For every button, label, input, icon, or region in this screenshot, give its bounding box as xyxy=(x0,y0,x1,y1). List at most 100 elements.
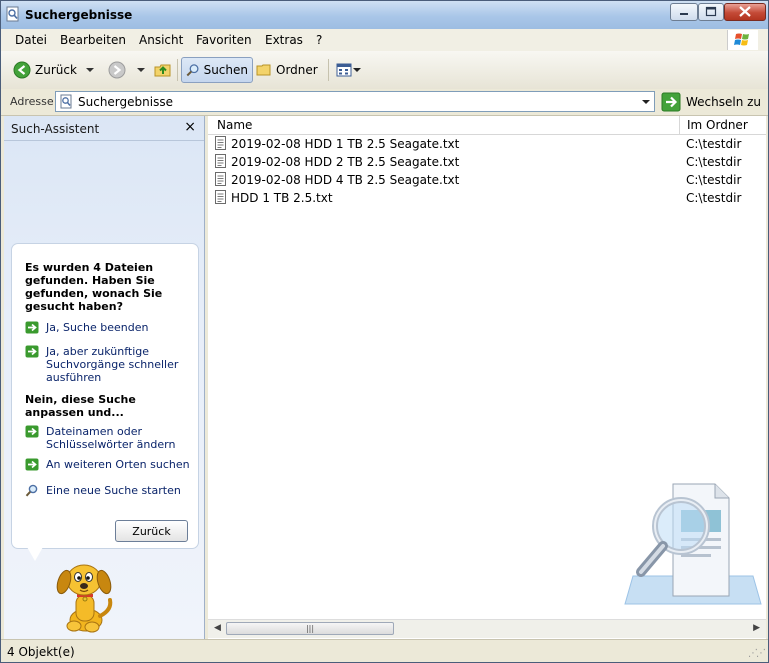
search-assistant-panel: Such-Assistent × Es wurden 4 Dateien gef… xyxy=(4,116,205,639)
menu-bearbeiten[interactable]: Bearbeiten xyxy=(60,33,126,47)
toolbar: Zurück Suchen Ordner xyxy=(1,51,768,90)
back-dropdown[interactable] xyxy=(85,57,95,83)
status-text: 4 Objekt(e) xyxy=(7,645,75,659)
close-icon[interactable]: × xyxy=(184,119,196,135)
go-button[interactable]: Wechseln zu xyxy=(661,91,761,112)
back-label: Zurück xyxy=(35,63,77,77)
address-bar: Adresse Suchergebnisse Wechseln zu xyxy=(1,89,768,116)
folder-up-icon xyxy=(154,64,171,77)
scroll-left-icon[interactable]: ◀ xyxy=(214,623,221,633)
back-arrow-icon xyxy=(13,61,31,79)
file-folder: C:\testdir xyxy=(686,191,742,205)
maximize-button[interactable] xyxy=(698,3,724,21)
green-arrow-icon xyxy=(25,345,39,358)
chevron-down-icon[interactable] xyxy=(640,94,652,109)
panel-title: Such-Assistent xyxy=(11,122,100,136)
column-divider[interactable] xyxy=(679,116,680,134)
folders-button[interactable]: Ordner xyxy=(256,57,318,83)
forward-button[interactable] xyxy=(108,57,126,83)
forward-dropdown[interactable] xyxy=(136,57,146,83)
file-name: 2019-02-08 HDD 2 TB 2.5 Seagate.txt xyxy=(231,155,460,169)
search-label: Suchen xyxy=(203,63,248,77)
assistant-back-button[interactable]: Zurück xyxy=(115,520,188,542)
assistant-bubble: Es wurden 4 Dateien gefunden. Haben Sie … xyxy=(11,243,199,549)
link-faster-search[interactable]: Ja, aber zukünftige Suchvorgänge schnell… xyxy=(25,345,194,384)
back-button[interactable]: Zurück xyxy=(13,57,77,83)
views-button[interactable] xyxy=(336,57,362,83)
menu-extras[interactable]: Extras xyxy=(265,33,303,47)
link-new-search-label: Eine neue Suche starten xyxy=(46,484,181,497)
column-header-row: Name Im Ordner xyxy=(208,116,766,135)
chevron-down-icon xyxy=(137,68,145,72)
forward-arrow-icon xyxy=(108,61,126,79)
resize-grip-icon[interactable]: ⋰⋰ xyxy=(748,648,766,659)
toolbar-separator xyxy=(177,59,178,81)
status-bar: 4 Objekt(e) ⋰⋰ xyxy=(1,639,768,662)
chevron-down-icon xyxy=(86,68,94,72)
view-grid-icon xyxy=(336,63,352,77)
text-file-icon xyxy=(215,190,226,204)
close-icon xyxy=(739,6,751,17)
text-file-icon xyxy=(215,136,226,150)
table-row[interactable]: HDD 1 TB 2.5.txt C:\testdir xyxy=(208,189,766,207)
green-arrow-icon xyxy=(25,425,39,438)
link-more-places-label: An weiteren Orten suchen xyxy=(46,458,190,471)
file-folder: C:\testdir xyxy=(686,137,742,151)
go-label: Wechseln zu xyxy=(686,94,762,109)
minimize-icon xyxy=(680,13,688,15)
windows-flag-icon xyxy=(734,33,749,46)
column-header-name[interactable]: Name xyxy=(217,118,252,132)
search-watermark-icon xyxy=(624,483,762,605)
text-file-icon xyxy=(215,154,226,168)
green-arrow-icon xyxy=(25,458,39,471)
close-button[interactable] xyxy=(724,3,766,21)
maximize-icon xyxy=(705,6,717,17)
horizontal-scrollbar[interactable]: ◀ ||| ▶ xyxy=(208,619,766,638)
file-name: 2019-02-08 HDD 1 TB 2.5 Seagate.txt xyxy=(231,137,460,151)
up-folder-button[interactable] xyxy=(154,57,172,83)
search-results-icon xyxy=(6,6,19,22)
panel-header: Such-Assistent × xyxy=(4,116,204,141)
address-input[interactable]: Suchergebnisse xyxy=(55,91,655,112)
link-finish-search[interactable]: Ja, Suche beenden xyxy=(25,321,194,334)
text-file-icon xyxy=(215,172,226,186)
search-dog-icon xyxy=(56,564,113,633)
table-row[interactable]: 2019-02-08 HDD 2 TB 2.5 Seagate.txt C:\t… xyxy=(208,153,766,171)
menu-help[interactable]: ? xyxy=(316,33,322,47)
address-value: Suchergebnisse xyxy=(78,95,173,109)
scrollbar-thumb[interactable]: ||| xyxy=(226,622,394,635)
scroll-right-icon[interactable]: ▶ xyxy=(753,623,760,633)
bubble-tail xyxy=(27,547,43,561)
search-button[interactable]: Suchen xyxy=(181,57,253,83)
address-label: Adresse xyxy=(10,95,54,108)
minimize-button[interactable] xyxy=(670,3,698,21)
table-row[interactable]: 2019-02-08 HDD 1 TB 2.5 Seagate.txt C:\t… xyxy=(208,135,766,153)
folders-label: Ordner xyxy=(276,63,318,77)
link-change-names-label: Dateinamen oder Schlüsselwörter ändern xyxy=(46,425,176,451)
go-arrow-icon xyxy=(661,92,681,111)
menu-bar: Datei Bearbeiten Ansicht Favoriten Extra… xyxy=(1,29,768,52)
title-bar[interactable]: Suchergebnisse xyxy=(1,1,768,29)
link-more-places[interactable]: An weiteren Orten suchen xyxy=(25,458,194,471)
column-header-folder[interactable]: Im Ordner xyxy=(687,118,748,132)
link-change-names[interactable]: Dateinamen oder Schlüsselwörter ändern xyxy=(25,425,194,451)
link-new-search[interactable]: Eine neue Suche starten xyxy=(25,484,194,497)
chevron-down-icon xyxy=(353,68,361,72)
menu-favoriten[interactable]: Favoriten xyxy=(196,33,252,47)
file-name: HDD 1 TB 2.5.txt xyxy=(231,191,333,205)
magnifier-icon xyxy=(25,484,38,497)
window-title: Suchergebnisse xyxy=(25,8,133,22)
results-heading: Es wurden 4 Dateien gefunden. Haben Sie … xyxy=(25,261,163,313)
menu-ansicht[interactable]: Ansicht xyxy=(139,33,183,47)
menu-datei[interactable]: Datei xyxy=(15,33,47,47)
explorer-window: Suchergebnisse Datei Bearbeiten Ansicht … xyxy=(0,0,769,663)
magnifier-icon xyxy=(186,64,199,77)
file-folder: C:\testdir xyxy=(686,155,742,169)
search-results-icon xyxy=(60,94,72,109)
file-list-pane: Name Im Ordner 2019-02-08 HDD 1 TB 2.5 S… xyxy=(208,116,766,639)
file-folder: C:\testdir xyxy=(686,173,742,187)
folder-icon xyxy=(256,64,271,76)
windows-logo xyxy=(727,30,758,50)
table-row[interactable]: 2019-02-08 HDD 4 TB 2.5 Seagate.txt C:\t… xyxy=(208,171,766,189)
toolbar-separator xyxy=(328,59,329,81)
